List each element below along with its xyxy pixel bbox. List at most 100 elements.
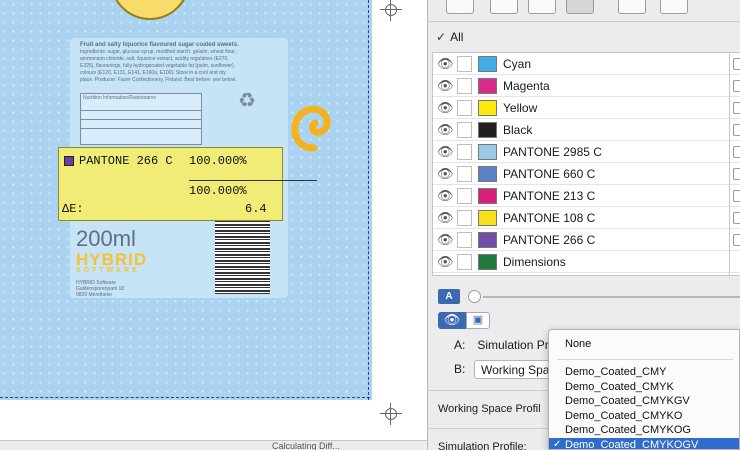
separation-row[interactable]: 👁 PANTONE 660 C bbox=[433, 163, 740, 185]
visibility-eye-icon[interactable]: 👁 bbox=[437, 255, 454, 268]
tool-color-icon[interactable] bbox=[660, 0, 688, 14]
visibility-eye-icon[interactable]: 👁 bbox=[437, 167, 454, 180]
separation-swatch bbox=[478, 254, 497, 270]
separation-option-checkbox[interactable] bbox=[733, 102, 740, 114]
separation-checkbox[interactable] bbox=[457, 210, 472, 226]
separation-name: Cyan bbox=[503, 57, 532, 71]
ingredients-title: Fruit and salty liquorice flavoured suga… bbox=[80, 42, 239, 48]
separation-option-checkbox[interactable] bbox=[733, 168, 740, 180]
separation-row[interactable]: 👁 Dimensions bbox=[433, 251, 740, 273]
checkmark-icon: ✓ bbox=[436, 30, 447, 44]
separation-checkbox[interactable] bbox=[457, 100, 472, 116]
recycle-icon: ♻ bbox=[238, 90, 256, 112]
separation-option-checkbox[interactable] bbox=[733, 212, 740, 224]
menu-item-profile[interactable]: Demo_Coated_CMYKOG bbox=[549, 423, 739, 437]
visibility-eye-icon[interactable]: 👁 bbox=[437, 233, 454, 246]
menu-item-label: Demo_Coated_CMYKO bbox=[565, 409, 683, 422]
source-a-text: Simulation Prof bbox=[477, 338, 559, 352]
menu-item-profile[interactable]: Demo_Coated_CMYK bbox=[549, 380, 739, 394]
mascot-illustration bbox=[110, 0, 190, 20]
swirl-logo-icon bbox=[291, 105, 331, 152]
separation-checkbox[interactable] bbox=[457, 56, 472, 72]
separation-name: PANTONE 266 C bbox=[503, 233, 596, 247]
separation-row[interactable]: 👁 Magenta bbox=[433, 75, 740, 97]
tool-page-icon[interactable] bbox=[446, 0, 474, 14]
separation-option-checkbox[interactable] bbox=[733, 58, 740, 70]
separation-row[interactable]: 👁 PANTONE 108 C bbox=[433, 207, 740, 229]
compare-slider-handle[interactable] bbox=[468, 290, 481, 303]
menu-item-none[interactable]: None bbox=[549, 337, 739, 351]
separation-swatch bbox=[478, 56, 497, 72]
tool-document-icon[interactable] bbox=[528, 0, 556, 14]
separation-checkbox[interactable] bbox=[457, 78, 472, 94]
separation-swatch bbox=[478, 122, 497, 138]
visibility-eye-icon[interactable]: 👁 bbox=[437, 145, 454, 158]
separation-checkbox[interactable] bbox=[457, 144, 472, 160]
separation-checkbox[interactable] bbox=[457, 232, 472, 248]
visibility-eye-icon[interactable]: 👁 bbox=[437, 79, 454, 92]
separation-list[interactable]: 👁 Cyan 👁 Magenta 👁 Yellow 👁 Black 👁 PANTONE 2985 … bbox=[432, 52, 740, 276]
bleed-line-vertical bbox=[368, 0, 369, 400]
separation-name: Dimensions bbox=[503, 255, 566, 269]
separation-row[interactable]: 👁 Black bbox=[433, 119, 740, 141]
registration-mark-icon bbox=[380, 403, 402, 425]
separation-checkbox[interactable] bbox=[457, 254, 472, 270]
separation-row[interactable]: 👁 PANTONE 266 C bbox=[433, 229, 740, 251]
compare-mode-row: A bbox=[438, 288, 740, 304]
document-canvas[interactable]: Fruit and salty liquorice flavoured suga… bbox=[0, 0, 427, 450]
separation-option-checkbox[interactable] bbox=[733, 190, 740, 202]
visibility-eye-icon[interactable]: 👁 bbox=[437, 101, 454, 114]
compare-slider-track[interactable] bbox=[483, 296, 740, 298]
separation-row[interactable]: 👁 Cyan bbox=[433, 53, 740, 75]
separation-row[interactable]: 👁 PANTONE 213 C bbox=[433, 185, 740, 207]
separation-option-checkbox[interactable] bbox=[733, 146, 740, 158]
all-label: All bbox=[450, 30, 464, 44]
menu-item-profile[interactable]: Demo_Coated_CMY bbox=[549, 365, 739, 379]
menu-item-profile[interactable]: Demo_Coated_CMYKGV bbox=[549, 394, 739, 408]
registration-mark-icon bbox=[380, 0, 402, 21]
mode-a-button[interactable]: A bbox=[438, 289, 460, 304]
separation-option-checkbox[interactable] bbox=[733, 124, 740, 136]
separation-name: PANTONE 213 C bbox=[503, 189, 596, 203]
bleed-line-horizontal bbox=[0, 397, 370, 398]
brand-logo: HYBRID SOFTWARE bbox=[76, 250, 147, 274]
menu-separator bbox=[557, 359, 733, 360]
brand-address: HYBRID Software Guldensporenpark 18 9820… bbox=[76, 280, 125, 298]
separation-name: Magenta bbox=[503, 79, 550, 93]
menu-item-profile[interactable]: ✓ Demo_Coated_CMYKOGV bbox=[549, 438, 739, 450]
tooltip-coverage-b: 100.000% bbox=[189, 184, 247, 198]
separation-checkbox[interactable] bbox=[457, 166, 472, 182]
separation-checkbox[interactable] bbox=[457, 188, 472, 204]
menu-item-label: Demo_Coated_CMYKGV bbox=[565, 395, 690, 408]
tooltip-delta-e-value: 6.4 bbox=[245, 202, 267, 216]
separation-swatch bbox=[478, 144, 497, 160]
status-text: Calculating Diff... bbox=[272, 441, 340, 450]
separation-name: Black bbox=[503, 123, 533, 137]
source-b-label: B: bbox=[454, 362, 466, 376]
separation-row[interactable]: 👁 Yellow bbox=[433, 97, 740, 119]
tool-layers-icon[interactable] bbox=[490, 0, 518, 14]
select-all-row[interactable]: ✓ All bbox=[436, 30, 463, 44]
separation-checkbox[interactable] bbox=[457, 122, 472, 138]
tooltip-ink-name: PANTONE 266 C bbox=[79, 154, 173, 168]
source-a-label: A: bbox=[454, 338, 466, 352]
tool-print-icon[interactable] bbox=[618, 0, 646, 14]
tool-separations-icon[interactable] bbox=[566, 0, 594, 14]
separation-swatch bbox=[478, 78, 497, 94]
eye-icon[interactable]: 👁 bbox=[438, 312, 466, 329]
separation-option-checkbox[interactable] bbox=[733, 80, 740, 92]
separation-name: PANTONE 2985 C bbox=[503, 145, 602, 159]
menu-item-label: Demo_Coated_CMYKOG bbox=[565, 424, 691, 437]
visibility-eye-icon[interactable]: 👁 bbox=[437, 123, 454, 136]
separation-row[interactable]: 👁 PANTONE 2985 C bbox=[433, 141, 740, 163]
visibility-eye-icon[interactable]: 👁 bbox=[437, 189, 454, 202]
visibility-eye-icon[interactable]: 👁 bbox=[437, 57, 454, 70]
menu-item-profile[interactable]: Demo_Coated_CMYKO bbox=[549, 409, 739, 423]
source-b-row: B: Working Spa bbox=[454, 360, 570, 379]
menu-item-label: Demo_Coated_CMYKOGV bbox=[565, 439, 699, 450]
separation-option-checkbox[interactable] bbox=[733, 234, 740, 246]
ingredients-body: Ingredients: sugar, glucose syrup, modif… bbox=[80, 49, 237, 83]
visibility-eye-icon[interactable]: 👁 bbox=[437, 211, 454, 224]
profile-dropdown-menu: None Demo_Coated_CMY Demo_Coated_CMYK Demo… bbox=[548, 329, 740, 450]
save-icon[interactable]: ▣ bbox=[466, 312, 490, 329]
